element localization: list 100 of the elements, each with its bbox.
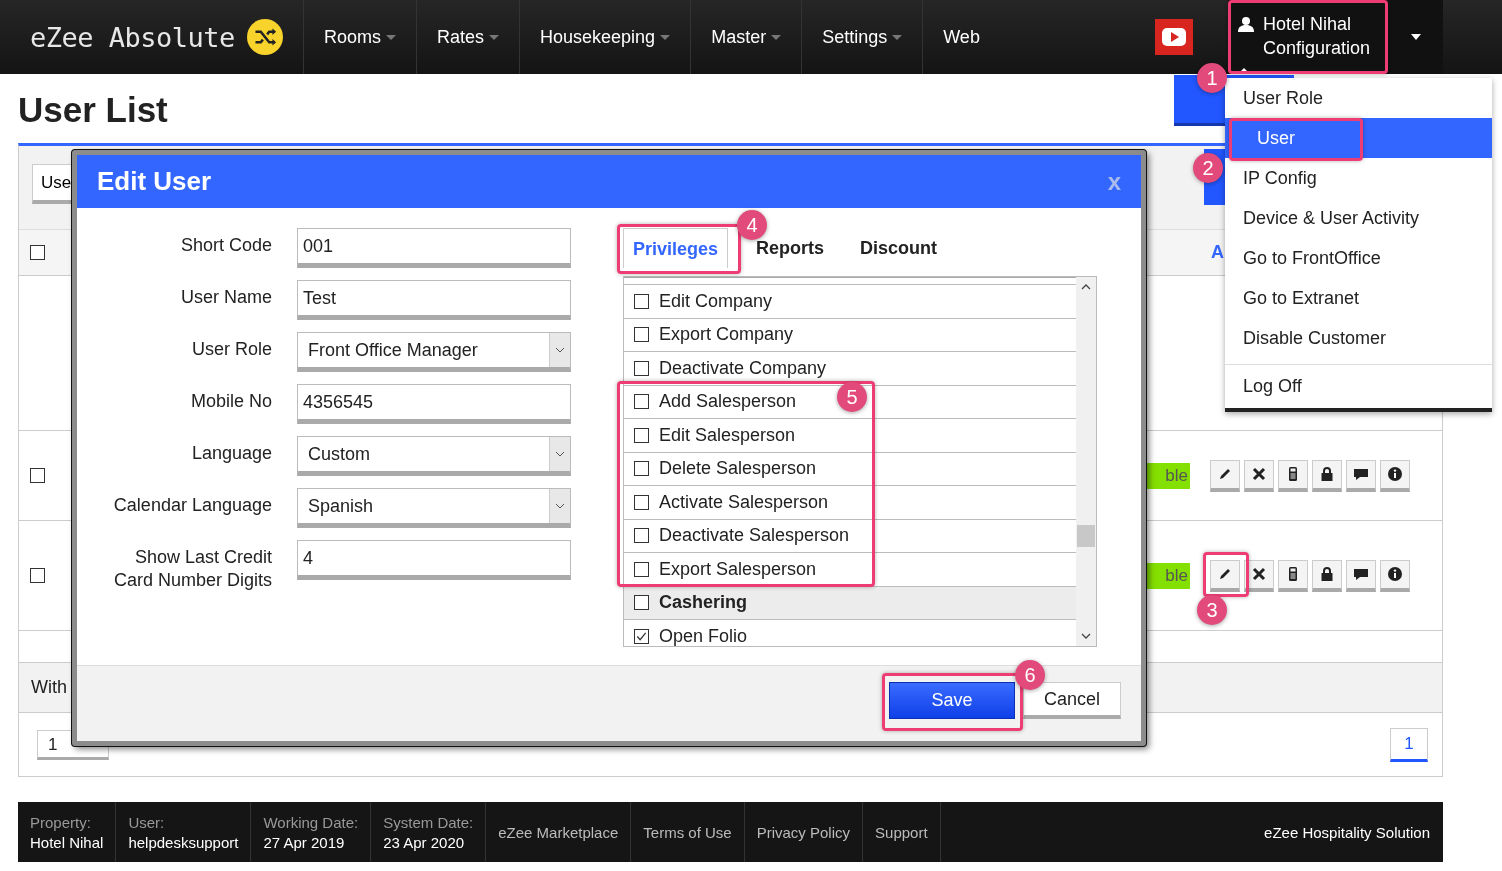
page-link[interactable]: 1 (1390, 727, 1428, 762)
chevron-down-icon (555, 503, 565, 509)
footer-link[interactable]: Terms of Use (643, 823, 732, 841)
privilege-label: Delete Salesperson (659, 458, 817, 480)
scrollbar[interactable] (1076, 277, 1096, 646)
lock-button[interactable] (1312, 459, 1342, 492)
privilege-checkbox[interactable] (634, 561, 649, 577)
cross-icon (1251, 466, 1267, 482)
menu-item[interactable]: Device & User Activity (1225, 198, 1492, 238)
field-label: User Name (179, 286, 272, 309)
speech-button[interactable] (1346, 559, 1376, 592)
field-label: Language (190, 442, 272, 465)
pencil-icon (1217, 466, 1233, 482)
privilege-group-label: Cashering (659, 592, 748, 614)
column-header[interactable]: A (1211, 242, 1224, 263)
privilege-checkbox[interactable] (634, 327, 649, 343)
menu-item[interactable]: IP Config (1225, 158, 1492, 198)
status-label: Working Date: (263, 813, 359, 831)
privilege-checkbox[interactable] (634, 528, 649, 544)
footer-link[interactable]: Support (875, 823, 928, 841)
menu-item[interactable]: User Role (1225, 78, 1492, 118)
chevron-up-icon[interactable] (1081, 283, 1091, 291)
privilege-label: Export Salesperson (659, 558, 817, 580)
privilege-label: Export Company (659, 324, 794, 346)
edit-button[interactable] (1210, 459, 1240, 492)
privilege-label: Add Salesperson (659, 391, 797, 413)
footer-link[interactable]: eZee Marketplace (498, 823, 619, 841)
step-marker: 3 (1197, 595, 1227, 625)
privilege-checkbox[interactable] (634, 494, 649, 510)
app-logo[interactable]: eZee Absolute (30, 21, 235, 53)
speech-bubble-icon (1353, 566, 1369, 582)
calculator-button[interactable] (1278, 559, 1308, 592)
tab[interactable]: Discount (844, 228, 954, 267)
status-tag: ble (1146, 562, 1190, 589)
shuffle-icon[interactable] (246, 19, 283, 55)
select-field[interactable]: Spanish (297, 488, 571, 528)
menu-item[interactable]: Disable Customer (1225, 318, 1492, 358)
field-label: Mobile No (189, 390, 272, 413)
dropdown-caret-icon[interactable] (1409, 33, 1422, 41)
select-all-checkbox[interactable] (30, 245, 45, 260)
footer-brand: eZee Hospitality Solution (1264, 823, 1431, 841)
info-icon (1387, 466, 1403, 482)
status-value: Hotel Nihal (30, 833, 104, 851)
info-button[interactable] (1380, 459, 1410, 492)
nav-menu-item[interactable]: Settings (802, 0, 924, 74)
info-button[interactable] (1380, 559, 1410, 592)
privilege-label: Deactivate Salesperson (659, 525, 850, 547)
lock-button[interactable] (1312, 559, 1342, 592)
privilege-checkbox[interactable] (634, 628, 649, 644)
text-field[interactable]: Test (297, 280, 571, 320)
status-label: Property: (30, 813, 92, 831)
privilege-checkbox[interactable] (634, 293, 649, 309)
status-value: 27 Apr 2019 (263, 833, 346, 851)
nav-menu-item[interactable]: Rooms (304, 0, 417, 74)
save-button[interactable]: Save (889, 682, 1015, 719)
privilege-checkbox[interactable] (634, 360, 649, 376)
privilege-checkbox[interactable] (634, 427, 649, 443)
edit-button[interactable] (1210, 559, 1240, 592)
privilege-label: Deactivate Company (659, 357, 827, 379)
status-value: 23 Apr 2020 (383, 833, 466, 851)
field-label: Calendar Language (112, 494, 272, 517)
privilege-checkbox[interactable] (634, 394, 649, 410)
dialog-title: Edit User (97, 166, 212, 197)
info-icon (1387, 566, 1403, 582)
row-checkbox[interactable] (30, 468, 45, 483)
menu-item[interactable]: User (1225, 118, 1492, 158)
status-label: System Date: (383, 813, 474, 831)
video-play-icon[interactable] (1155, 19, 1193, 55)
person-icon (1238, 16, 1254, 32)
privilege-checkbox[interactable] (634, 595, 649, 611)
field-label: Show Last Credit Card Number Digits (112, 546, 272, 592)
tab[interactable]: Privileges (623, 228, 729, 268)
delete-button[interactable] (1244, 459, 1274, 492)
menu-item[interactable]: Log Off (1225, 366, 1492, 406)
chevron-down-icon[interactable] (1081, 632, 1091, 640)
scroll-thumb[interactable] (1077, 525, 1095, 547)
chevron-down-icon (555, 347, 565, 353)
row-checkbox[interactable] (30, 568, 45, 583)
text-field[interactable]: 4 (297, 540, 571, 580)
speech-button[interactable] (1346, 459, 1376, 492)
cancel-button[interactable]: Cancel (1023, 682, 1121, 719)
privilege-label: Edit Salesperson (659, 424, 796, 446)
field-label: User Role (190, 338, 272, 361)
status-label: User: (128, 813, 166, 831)
text-field[interactable]: 001 (297, 228, 571, 268)
footer-link[interactable]: Privacy Policy (756, 823, 851, 841)
nav-menu-item[interactable]: Web (923, 0, 1000, 74)
text-field[interactable]: 4356545 (297, 384, 571, 424)
privilege-checkbox[interactable] (634, 461, 649, 477)
select-field[interactable]: Custom (297, 436, 571, 476)
select-field[interactable]: Front Office Manager (297, 332, 571, 372)
page-title: User List (18, 90, 168, 130)
field-label: Short Code (179, 234, 272, 257)
calculator-button[interactable] (1278, 459, 1308, 492)
menu-item[interactable]: Go to FrontOffice (1225, 238, 1492, 278)
nav-menu-item[interactable]: Housekeeping (520, 0, 692, 74)
nav-menu-item[interactable]: Rates (417, 0, 521, 74)
menu-item[interactable]: Go to Extranet (1225, 278, 1492, 318)
status-tag: ble (1146, 462, 1190, 489)
nav-menu-item[interactable]: Master (691, 0, 803, 74)
